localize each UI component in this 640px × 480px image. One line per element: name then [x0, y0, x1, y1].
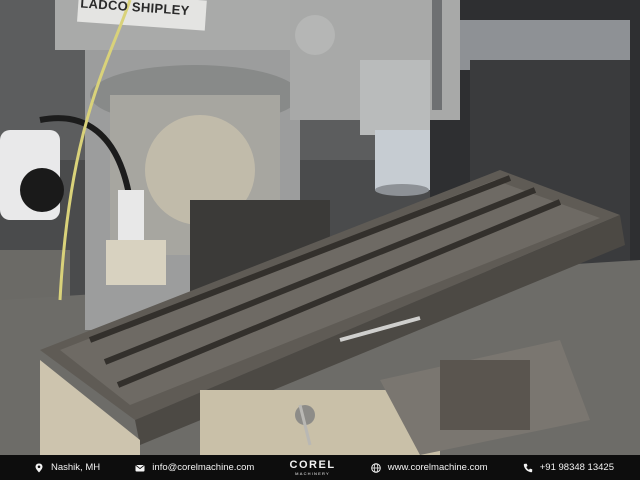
- brand-subtitle: MACHINERY: [295, 470, 330, 476]
- machine-photo: LADCO SHIPLEY: [0, 0, 640, 455]
- phone-text[interactable]: +91 98348 13425: [540, 462, 614, 473]
- corel-logo: COREL MACHINERY: [289, 458, 336, 476]
- email-text[interactable]: info@corelmachine.com: [152, 462, 254, 473]
- email-icon: [135, 463, 145, 473]
- footer-phone[interactable]: +91 98348 13425: [523, 462, 614, 473]
- footer-website[interactable]: www.corelmachine.com: [370, 462, 488, 473]
- footer-email[interactable]: info@corelmachine.com: [135, 462, 254, 473]
- location-pin-icon: [34, 463, 44, 473]
- website-text[interactable]: www.corelmachine.com: [388, 462, 488, 473]
- globe-icon: [370, 462, 381, 473]
- footer-bar: Nashik, MH info@corelmachine.com COREL M…: [0, 455, 640, 480]
- location-text: Nashik, MH: [51, 462, 101, 473]
- brand-name: COREL: [289, 458, 336, 471]
- milling-machine-illustration: [0, 0, 640, 455]
- phone-icon: [523, 463, 533, 473]
- footer-location: Nashik, MH: [34, 462, 100, 473]
